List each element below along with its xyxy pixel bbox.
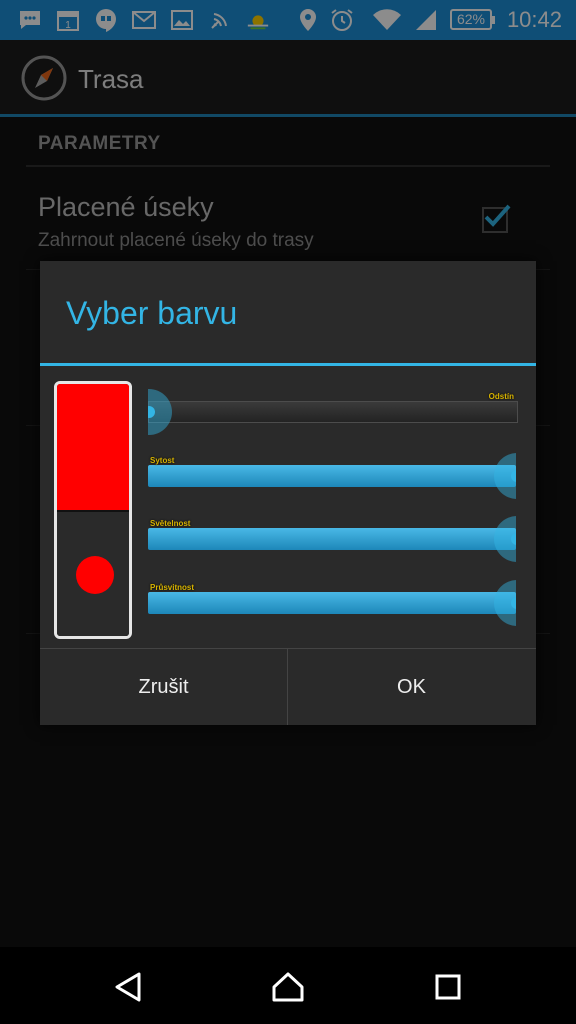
color-preview-swatch: [57, 384, 129, 510]
transparency-slider[interactable]: Průsvitnost: [148, 580, 516, 626]
saturation-thumb[interactable]: [494, 453, 516, 499]
lightness-thumb[interactable]: [494, 516, 516, 562]
dialog-title-divider: [40, 363, 536, 366]
lightness-slider[interactable]: Světelnost: [148, 516, 516, 562]
color-preview: [54, 381, 132, 639]
home-icon[interactable]: [268, 967, 308, 1007]
hue-slider[interactable]: Odstín: [148, 389, 518, 435]
navigation-bar: [0, 947, 576, 1024]
color-preview-dot: [76, 556, 114, 594]
saturation-label: Sytost: [150, 456, 175, 465]
lightness-label: Světelnost: [150, 519, 191, 528]
hue-label: Odstín: [488, 392, 514, 401]
cancel-button[interactable]: Zrušit: [40, 649, 287, 725]
recents-icon[interactable]: [428, 967, 468, 1007]
transparency-thumb[interactable]: [494, 580, 516, 626]
transparency-label: Průsvitnost: [150, 583, 195, 592]
transparency-track: [148, 592, 516, 614]
dialog-title: Vyber barvu: [66, 295, 238, 331]
saturation-track: [148, 465, 516, 487]
hue-thumb[interactable]: [148, 389, 172, 435]
back-icon[interactable]: [108, 967, 148, 1007]
hue-track: [148, 401, 518, 423]
color-picker-dialog: Vyber barvu Odstín Sytost Světelnost Prů…: [40, 261, 536, 725]
ok-button[interactable]: OK: [288, 649, 535, 725]
saturation-slider[interactable]: Sytost: [148, 453, 516, 499]
lightness-track: [148, 528, 516, 550]
